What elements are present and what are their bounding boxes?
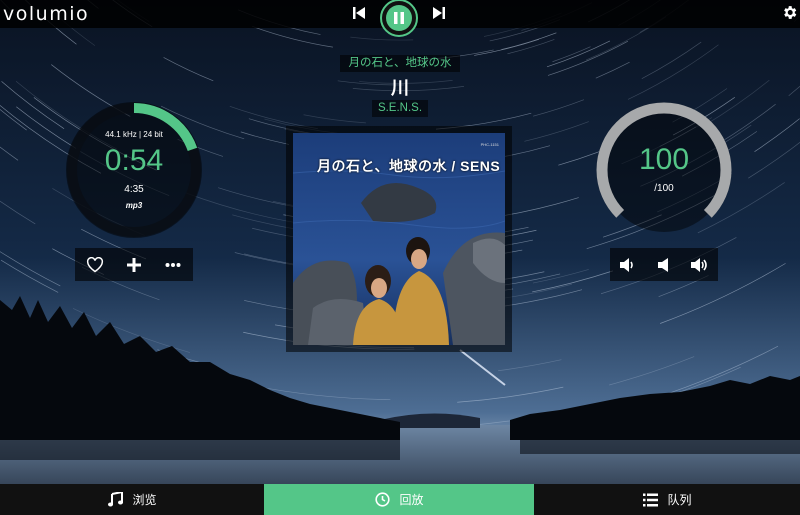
tab-browse-label: 浏览 bbox=[132, 493, 157, 507]
skip-previous-icon bbox=[353, 7, 365, 19]
volume-max: /100 bbox=[654, 183, 674, 194]
volume-controls-bar bbox=[610, 248, 718, 281]
play-pause-inner bbox=[386, 5, 412, 31]
track-actions-bar bbox=[75, 248, 193, 281]
plus-icon bbox=[126, 257, 141, 272]
track-duration: 4:35 bbox=[124, 184, 144, 195]
volume-down-icon bbox=[620, 257, 633, 272]
settings-button[interactable] bbox=[781, 4, 798, 21]
album-name[interactable]: 月の石と、地球の水 bbox=[340, 55, 460, 72]
bottom-navigation: 浏览 回放 队列 bbox=[0, 484, 800, 515]
volume-value: 100 bbox=[638, 143, 690, 176]
progress-knob[interactable]: 44.1 kHz | 24 bit 0:54 4:35 mp3 bbox=[64, 100, 204, 240]
audio-format: 44.1 kHz | 24 bit bbox=[105, 130, 163, 139]
volume-up-icon bbox=[691, 257, 707, 272]
tab-queue[interactable]: 队列 bbox=[534, 484, 800, 515]
tab-queue-label: 队列 bbox=[667, 493, 692, 507]
pause-icon bbox=[394, 12, 404, 24]
volumio-logo: volumio bbox=[3, 3, 90, 25]
artist-name[interactable]: S.E.N.S. bbox=[372, 100, 428, 117]
album-art: 月の石と、地球の水 / SENS PHC-1151 bbox=[293, 133, 505, 345]
more-icon bbox=[165, 262, 181, 267]
volume-knob[interactable]: 100 /100 bbox=[594, 100, 734, 240]
heart-icon bbox=[86, 256, 103, 272]
previous-track-button[interactable] bbox=[352, 6, 366, 20]
tab-playback[interactable]: 回放 bbox=[264, 484, 534, 515]
gear-icon bbox=[784, 6, 797, 19]
track-title: 川 bbox=[391, 78, 409, 98]
add-to-playlist-button[interactable] bbox=[124, 255, 144, 275]
volume-down-button[interactable] bbox=[618, 255, 638, 275]
mute-icon bbox=[658, 257, 668, 272]
mute-button[interactable] bbox=[654, 255, 674, 275]
album-art-catalog: PHC-1151 bbox=[480, 142, 499, 147]
top-bar: volumio bbox=[0, 0, 800, 37]
tab-browse[interactable]: 浏览 bbox=[0, 484, 264, 515]
list-icon bbox=[642, 492, 658, 508]
favorite-button[interactable] bbox=[85, 255, 105, 275]
music-note-icon bbox=[107, 492, 123, 508]
next-track-button[interactable] bbox=[432, 6, 446, 20]
album-art-title: 月の石と、地球の水 / SENS bbox=[317, 158, 501, 174]
tab-playback-label: 回放 bbox=[399, 493, 424, 507]
clock-icon bbox=[374, 492, 390, 508]
play-pause-button[interactable] bbox=[380, 0, 418, 37]
volume-up-button[interactable] bbox=[690, 255, 710, 275]
codec-badge: mp3 bbox=[125, 201, 143, 210]
elapsed-time: 0:54 bbox=[104, 144, 164, 177]
skip-next-icon bbox=[433, 7, 445, 19]
album-art-frame: 月の石と、地球の水 / SENS PHC-1151 bbox=[286, 126, 512, 352]
more-options-button[interactable] bbox=[163, 255, 183, 275]
